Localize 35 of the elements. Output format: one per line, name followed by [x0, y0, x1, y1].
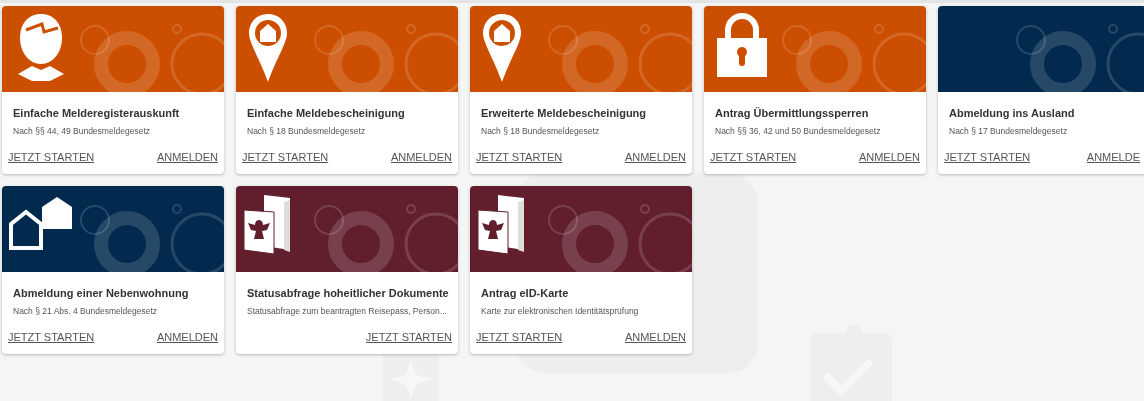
card-action-link[interactable]: JETZT STARTEN	[944, 148, 1031, 165]
card-subtitle: Nach § 18 Bundesmeldegesetz	[247, 124, 367, 138]
card-action-link[interactable]: ANMELDEN	[156, 148, 218, 165]
card-title: Erweiterte Meldebescheinigung	[481, 106, 648, 121]
card-subtitle: Statusabfrage zum beantragten Reisepass, Person...	[247, 304, 447, 318]
card-action-link[interactable]: ANMELDEN	[390, 148, 452, 165]
card-action-link[interactable]: ANMELDEN	[156, 328, 218, 345]
card-subtitle: Nach §§ 36, 42 und 50 Bundesmeldegesetz	[715, 124, 882, 138]
card-action-link[interactable]: ANMELDE	[1086, 148, 1140, 165]
card-action-link[interactable]: JETZT STARTEN	[710, 148, 797, 165]
card-title: Antrag eID-Karte	[481, 286, 570, 301]
card-action-link[interactable]: ANMELDEN	[624, 148, 686, 165]
card-action-link[interactable]: ANMELDEN	[858, 148, 920, 165]
card-title: Einfache Melderegisterauskunft	[13, 106, 181, 121]
card-action-link[interactable]: JETZT STARTEN	[476, 328, 563, 345]
card-action-link[interactable]: JETZT STARTEN	[242, 148, 329, 165]
card-title: Antrag Übermittlungssperren	[715, 106, 870, 121]
card-subtitle: Nach § 17 Bundesmeldegesetz	[949, 124, 1069, 138]
card-title: Statusabfrage hoheitlicher Dokumente	[247, 286, 447, 301]
card-action-link[interactable]: ANMELDEN	[624, 328, 686, 345]
card-title: Einfache Meldebescheinigung	[247, 106, 406, 121]
location-pin-icon	[482, 12, 522, 84]
lock-icon	[716, 12, 768, 78]
location-pin-icon	[248, 12, 288, 84]
person-icon	[16, 12, 66, 82]
card-action-link[interactable]: JETZT STARTEN	[365, 328, 452, 345]
card-action-link[interactable]: JETZT STARTEN	[476, 148, 563, 165]
card-action-link[interactable]: JETZT STARTEN	[8, 148, 95, 165]
card-title: Abmeldung einer Nebenwohnung	[13, 286, 190, 301]
card-subtitle: Nach §§ 44, 49 Bundesmeldegesetz	[13, 124, 152, 138]
card-subtitle: Nach § 21 Abs. 4 Bundesmeldegesetz	[13, 304, 159, 318]
card-subtitle: Nach § 18 Bundesmeldegesetz	[481, 124, 601, 138]
card-action-link[interactable]: JETZT STARTEN	[8, 328, 95, 345]
card-subtitle: Karte zur elektronischen Identitätsprüfung	[481, 304, 640, 318]
card-title: Abmeldung ins Ausland	[949, 106, 1076, 121]
